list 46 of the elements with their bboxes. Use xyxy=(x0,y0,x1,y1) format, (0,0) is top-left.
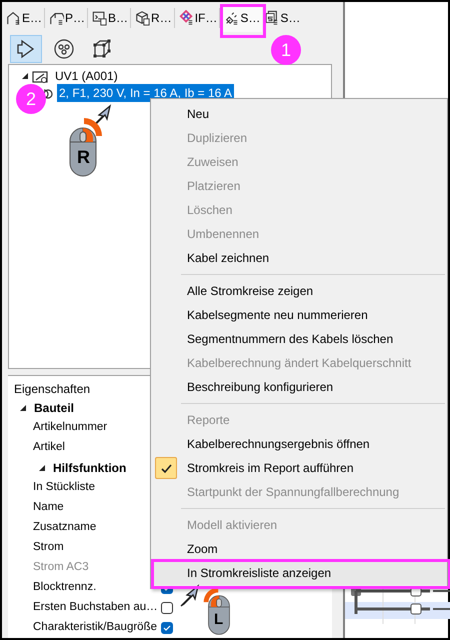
panel-icon xyxy=(32,68,49,84)
tab[interactable]: S… xyxy=(262,4,302,32)
property-label: Blocktrennz. xyxy=(33,580,98,596)
stack-icon xyxy=(264,10,280,26)
menu-item[interactable]: Beschreibung konfigurieren xyxy=(151,375,447,399)
tab[interactable]: R… xyxy=(133,4,174,32)
menu-item[interactable]: Alle Stromkreise zeigen xyxy=(151,279,447,303)
menu-item[interactable]: Zoom xyxy=(151,537,447,561)
property-label: Artikel xyxy=(33,440,66,456)
menu-item[interactable]: Kabelsegmente neu nummerieren xyxy=(151,303,447,327)
terminal-icon xyxy=(92,10,108,26)
toolbar-button[interactable] xyxy=(10,34,42,63)
mouse-button-letter: L xyxy=(214,612,224,627)
property-label: Strom AC3 xyxy=(33,560,90,576)
house-icon xyxy=(6,10,21,26)
group-label[interactable]: Hilfsfunktion xyxy=(53,459,126,477)
menu-item[interactable]: Stromkreis im Report aufführen xyxy=(151,456,447,480)
section-title: Eigenschaften xyxy=(14,381,90,398)
tab[interactable]: E… xyxy=(4,4,44,32)
property-label: Ersten Buchstaben au… xyxy=(33,600,159,616)
tree-item[interactable]: UV1 (A001) xyxy=(53,67,120,86)
property-label: Name xyxy=(33,500,65,516)
menu-item[interactable]: Segmentnummern des Kabels löschen xyxy=(151,327,447,351)
check-icon xyxy=(160,462,172,474)
cube-icon xyxy=(135,10,150,26)
diamond-icon xyxy=(178,10,194,26)
plug-icon xyxy=(224,10,240,26)
group-label[interactable]: Bauteil xyxy=(34,399,74,417)
tab[interactable]: P… xyxy=(47,4,88,32)
cursor-icon xyxy=(178,584,200,608)
checkbox[interactable] xyxy=(161,622,173,634)
mouse-button-letter: R xyxy=(77,148,90,166)
property-label: Strom xyxy=(33,540,65,556)
property-label: Artikelnummer xyxy=(33,420,108,436)
menu-item[interactable]: Kabelberechnungsergebnis öffnen xyxy=(151,432,447,456)
check-icon xyxy=(163,624,171,632)
property-label: Zusatzname xyxy=(33,520,98,536)
property-label: In Stückliste xyxy=(33,480,96,496)
tab[interactable]: IF… xyxy=(176,4,220,32)
property-label: Charakteristik/Baugröße xyxy=(33,620,158,636)
circles-icon xyxy=(52,36,76,61)
tab[interactable]: B… xyxy=(90,4,130,32)
menu-item[interactable]: In Stromkreisliste anzeigen xyxy=(151,561,447,585)
checkbox[interactable] xyxy=(161,602,173,614)
menu-item[interactable]: Kabel zeichnen xyxy=(151,246,447,270)
menu-item[interactable]: Neu xyxy=(151,102,447,126)
